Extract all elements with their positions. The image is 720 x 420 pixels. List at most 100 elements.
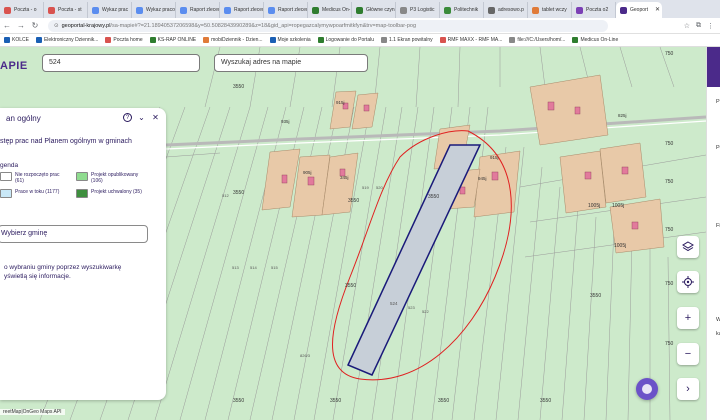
svg-text:522: 522 xyxy=(422,309,429,314)
bookmark-item[interactable]: RMF MAXX - RMF MA... xyxy=(439,37,503,43)
bookmark-label: RMF MAXX - RMF MA... xyxy=(447,37,503,43)
svg-text:825j: 825j xyxy=(618,113,627,118)
svg-text:3550: 3550 xyxy=(428,194,439,200)
chat-assistant-button[interactable] xyxy=(636,378,658,400)
general-plan-panel: an ogólny ? ⌄ ✕ stęp prac nad Planem ogó… xyxy=(0,108,166,400)
svg-text:750: 750 xyxy=(665,179,674,185)
browser-tab[interactable]: Geoport ✕ xyxy=(616,2,662,18)
bookmark-item[interactable]: KS-RAP ONLINE xyxy=(149,37,197,43)
svg-text:750: 750 xyxy=(665,281,674,287)
browser-tab[interactable]: Główne czyn xyxy=(352,2,396,18)
municipality-select[interactable]: Wybierz gminę xyxy=(0,225,148,243)
bookmark-item[interactable]: 1.1 Ekran powitalny xyxy=(381,37,433,43)
tab-label: adresowo.p xyxy=(498,7,524,13)
help-icon[interactable]: ? xyxy=(123,113,132,122)
browser-tab[interactable]: Poczta - o xyxy=(0,2,44,18)
close-icon[interactable]: ✕ xyxy=(151,113,160,122)
svg-text:750: 750 xyxy=(665,141,674,147)
svg-text:750: 750 xyxy=(665,227,674,233)
tab-favicon-icon xyxy=(312,7,319,14)
tab-label: Wykaz prac xyxy=(102,7,129,13)
svg-text:3550: 3550 xyxy=(438,398,449,404)
locate-button[interactable] xyxy=(677,271,699,293)
menu-icon[interactable]: ⋮ xyxy=(707,22,714,30)
svg-text:3550: 3550 xyxy=(345,283,356,289)
tab-favicon-icon xyxy=(576,7,583,14)
browser-tab[interactable]: Wykaz pracow xyxy=(132,2,176,18)
legend-item: Projekt uchwalony (35) xyxy=(76,189,142,198)
bookmark-label: 1.1 Ekran powitalny xyxy=(389,37,433,43)
bookmark-item[interactable]: Medicus On-Line xyxy=(572,37,618,43)
bookmark-label: KS-RAP ONLINE xyxy=(157,37,197,43)
address-search-input[interactable]: Wyszukaj adres na mapie xyxy=(214,54,368,72)
legend-item: Nie rozpoczęto prac (61) xyxy=(0,172,59,184)
bookmark-favicon-icon xyxy=(572,37,579,43)
bookmark-item[interactable]: Moje szkolenia xyxy=(269,37,311,43)
bookmark-item[interactable]: Elektroniczny Dziennik... xyxy=(35,37,98,43)
zoom-in-button[interactable]: + xyxy=(677,307,699,329)
bookmark-label: Moje szkolenia xyxy=(277,37,311,43)
tab-favicon-icon xyxy=(48,7,55,14)
tab-label: P3 Logistic xyxy=(410,7,435,13)
forward-icon[interactable]: → xyxy=(14,21,28,30)
right-side-panel: P Pc Fi W ka xyxy=(706,47,720,420)
selected-parcel xyxy=(346,144,482,376)
tab-label: Wykaz pracow xyxy=(146,7,176,13)
right-panel-header[interactable] xyxy=(707,47,720,87)
bookmark-favicon-icon xyxy=(203,37,210,43)
site-info-icon[interactable]: ⊙ xyxy=(54,23,59,29)
svg-text:1005j: 1005j xyxy=(588,203,600,209)
tab-favicon-icon xyxy=(268,7,275,14)
browser-tab[interactable]: Medicus On- xyxy=(308,2,352,18)
next-button[interactable]: › xyxy=(677,378,699,400)
browser-tab[interactable]: Raport zleceń xyxy=(220,2,264,18)
chevron-down-icon[interactable]: ⌄ xyxy=(137,113,146,122)
panel-actions: ? ⌄ ✕ xyxy=(123,113,160,122)
tab-favicon-icon xyxy=(620,7,627,14)
zoom-out-button[interactable]: − xyxy=(677,343,699,365)
browser-tab[interactable]: P3 Logistic xyxy=(396,2,440,18)
svg-text:345j: 345j xyxy=(340,175,349,180)
tab-favicon-icon xyxy=(224,7,231,14)
svg-text:512: 512 xyxy=(222,193,229,198)
map-attribution[interactable]: reetMap|OnGeo Maps API xyxy=(0,409,65,415)
star-icon[interactable]: ☆ xyxy=(684,22,690,30)
bookmark-item[interactable]: Poczta home xyxy=(105,37,143,43)
bookmark-favicon-icon xyxy=(439,37,446,43)
browser-tab[interactable]: tablet wczy xyxy=(528,2,572,18)
tab-favicon-icon xyxy=(532,7,539,14)
bookmark-item[interactable]: file:///C:/Users/hom/... xyxy=(509,37,565,43)
bookmark-favicon-icon xyxy=(4,37,10,43)
bookmark-item[interactable]: KOLCE xyxy=(4,37,29,43)
back-icon[interactable]: ← xyxy=(0,21,14,30)
tab-label: Raport zleceń xyxy=(278,7,308,13)
browser-tab-strip: Poczta - o Poczta - st Wykaz prac Wykaz pra… xyxy=(0,0,720,18)
svg-text:905j: 905j xyxy=(303,170,312,175)
browser-tab[interactable]: Politechnik xyxy=(440,2,484,18)
browser-tab[interactable]: Wykaz prac xyxy=(88,2,132,18)
panel-info-text: o wybraniu gminy poprzez wyszukiwarkę yś… xyxy=(4,264,122,280)
road xyxy=(165,115,706,147)
tab-label: Poczta - st xyxy=(58,7,82,13)
legend-item: Projekt opublikowany (106) xyxy=(76,172,138,184)
bookmark-item[interactable]: Logowanie do Portalu xyxy=(317,37,374,43)
locate-icon xyxy=(682,276,694,288)
tab-label: tablet wczy xyxy=(542,7,567,13)
parcel-search-input[interactable]: 524 xyxy=(42,54,200,72)
legend-swatch xyxy=(76,189,88,198)
legend-swatch xyxy=(0,189,12,198)
svg-text:1005j: 1005j xyxy=(612,203,624,209)
svg-text:513: 513 xyxy=(232,265,239,270)
reload-icon[interactable]: ↻ xyxy=(28,21,42,30)
legend-title: genda xyxy=(0,162,19,169)
browser-tab[interactable]: Raport zleceń xyxy=(264,2,308,18)
url-field[interactable]: ⊙ geoportal-krajowy.pl /sa-mapie#?=21.18… xyxy=(48,19,608,32)
browser-tab[interactable]: Poczta - st xyxy=(44,2,88,18)
browser-tab[interactable]: Poczta o2 xyxy=(572,2,616,18)
bookmark-item[interactable]: mobiDziennik - Dzien... xyxy=(203,37,263,43)
close-tab-icon[interactable]: ✕ xyxy=(655,2,660,18)
browser-tab[interactable]: adresowo.p xyxy=(484,2,528,18)
browser-tab[interactable]: Raport zleceń xyxy=(176,2,220,18)
layers-button[interactable] xyxy=(677,236,699,258)
extensions-icon[interactable]: ⧉ xyxy=(696,22,701,30)
